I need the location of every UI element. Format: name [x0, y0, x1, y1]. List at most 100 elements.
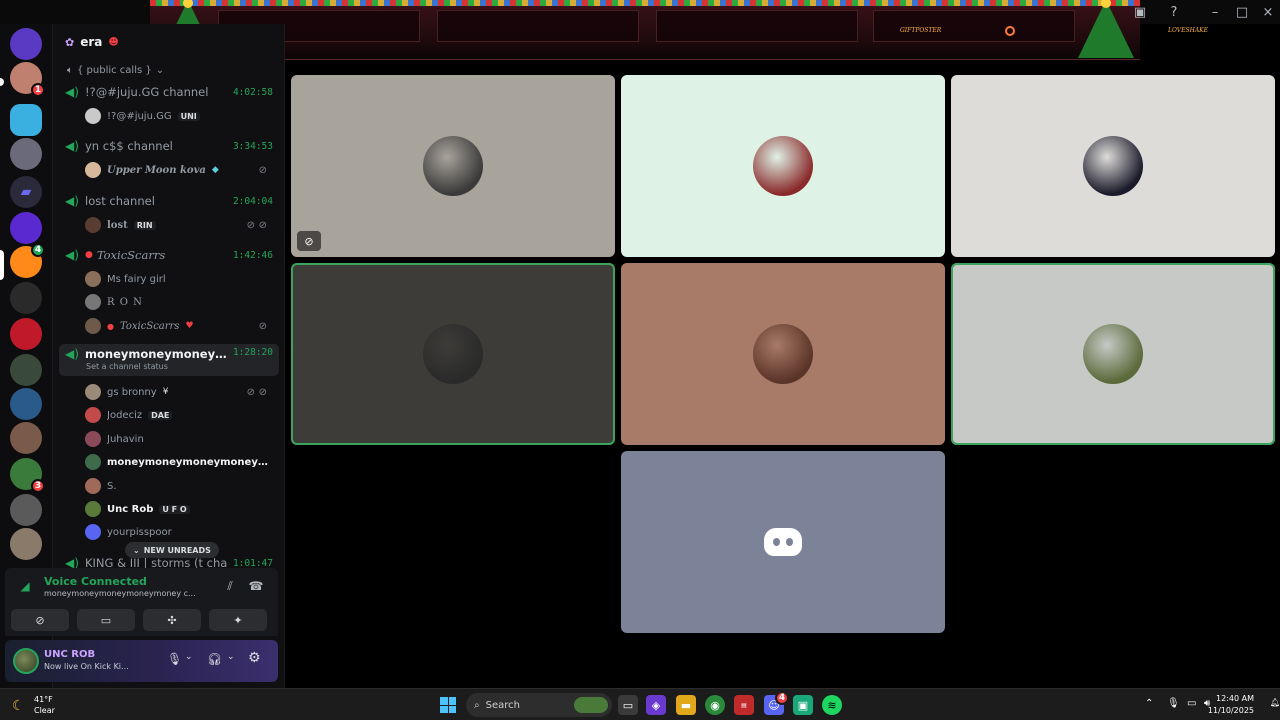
home-server-icon[interactable] — [10, 28, 42, 60]
headphones-icon[interactable]: 🎧︎ — [207, 652, 222, 666]
category-public-calls[interactable]: 🔈︎ { public calls } ⌄ — [67, 65, 164, 76]
participant-tile[interactable] — [291, 263, 615, 445]
chevron-down-icon[interactable]: ⌄ — [227, 652, 235, 662]
avatar — [85, 108, 101, 124]
voice-channel-icon: ◀) — [65, 85, 79, 99]
file-explorer-icon[interactable]: ▬ — [676, 695, 696, 715]
voice-member[interactable]: Jodeciz DAE — [85, 405, 275, 425]
voice-member[interactable]: Unc Rob U F O — [85, 499, 275, 519]
server-name: era — [80, 35, 103, 49]
unread-pill — [0, 78, 4, 86]
taskbar-search[interactable]: ⌕ Search — [466, 693, 612, 717]
channel-status[interactable]: Set a channel status — [86, 362, 168, 371]
moon-icon[interactable]: ☾ — [12, 698, 25, 714]
participant-tile[interactable] — [951, 263, 1275, 445]
server-icon-11[interactable] — [10, 388, 42, 420]
disconnect-icon[interactable]: ☎ — [247, 578, 265, 594]
voice-channel-link[interactable]: moneymoneymoneymoneymoney c... — [44, 589, 212, 598]
voice-member[interactable]: R O N — [85, 292, 275, 312]
folder-icon[interactable]: ▰ — [10, 176, 42, 208]
voice-member[interactable]: moneymoneymoneymoneymoney... — [85, 452, 275, 472]
participant-tile[interactable] — [951, 75, 1275, 257]
avatar[interactable] — [13, 648, 39, 674]
voice-member[interactable]: ● ToxicScarrs ♥ ⊘ — [85, 316, 275, 336]
microphone-icon[interactable]: 🎙︎ — [167, 652, 182, 666]
activities-button[interactable]: ✣ — [143, 609, 201, 631]
participant-tile[interactable] — [621, 451, 945, 633]
video-off-icon[interactable]: ⊘ — [297, 231, 321, 251]
server-icon-8[interactable] — [10, 282, 42, 314]
soundboard-button[interactable]: ✦ — [209, 609, 267, 631]
server-icon-9[interactable] — [10, 318, 42, 350]
spotify-icon[interactable]: ≋ — [822, 695, 842, 715]
task-view-icon[interactable]: ▭ — [618, 695, 638, 715]
participant-tile[interactable] — [621, 75, 945, 257]
participant-tile[interactable] — [621, 263, 945, 445]
voice-channel[interactable]: ◀) !?@#juju.GG channel 4:02:58 — [59, 81, 279, 103]
copilot-icon[interactable]: ◈ — [646, 695, 666, 715]
voice-channel[interactable]: ◀) lost channel 2:04:04 — [59, 190, 279, 212]
voice-member[interactable]: Ms fairy girl — [85, 269, 275, 289]
avatar — [85, 318, 101, 334]
camera-off-button[interactable]: ⊘ — [11, 609, 69, 631]
voice-member[interactable]: Upper Moon kova ◆ ⊘ — [85, 160, 275, 180]
voice-member[interactable]: Juhavin — [85, 429, 275, 449]
signal-icon[interactable]: ◢ — [17, 578, 33, 594]
participant-tile[interactable]: ⊘ — [291, 75, 615, 257]
maximize-button[interactable]: □ — [1230, 2, 1254, 22]
deafened-icon: ⊘ — [258, 320, 267, 332]
new-unreads-label: NEW UNREADS — [143, 545, 211, 555]
server-icon-era[interactable]: 4 — [10, 243, 45, 278]
server-icon-14[interactable] — [10, 494, 42, 526]
noise-suppression-icon[interactable]: ⫽ — [221, 578, 239, 594]
server-icon-cloud-cafe[interactable] — [10, 104, 42, 136]
voice-channel-timer: 1:42:46 — [232, 249, 273, 261]
clock-time[interactable]: 12:40 AM — [1216, 694, 1254, 703]
user-name[interactable]: UNC ROB — [44, 649, 95, 660]
voicemeeter-icon[interactable]: ▤ — [734, 695, 754, 715]
help-icon[interactable]: ? — [1162, 2, 1186, 22]
chevron-up-icon[interactable]: ⌃ — [1145, 698, 1153, 709]
voice-member[interactable]: !?@#juju.GG UNI — [85, 106, 275, 126]
inbox-icon[interactable]: ▣ — [1128, 2, 1152, 22]
voice-channel[interactable]: ◀) yn c$$ channel 3:34:53 — [59, 135, 279, 157]
server-icon-10[interactable] — [10, 354, 42, 386]
voice-channel[interactable]: ◀) ● ToxicScarrs 1:42:46 — [59, 244, 279, 266]
voice-channel-name: ToxicScarrs — [96, 248, 166, 262]
server-icon-13[interactable]: 3 — [10, 458, 45, 493]
category-label: { public calls } — [77, 65, 152, 76]
discord-taskbar-icon[interactable]: ☺ 4 — [764, 691, 789, 715]
member-name: ToxicScarrs — [119, 320, 180, 332]
close-button[interactable]: × — [1256, 2, 1280, 22]
app-icon[interactable]: ▣ — [793, 695, 813, 715]
server-icon-6[interactable] — [10, 212, 42, 244]
server-icon-12[interactable] — [10, 422, 42, 454]
server-icon-4[interactable] — [10, 138, 42, 170]
voice-status[interactable]: Voice Connected — [44, 575, 147, 588]
minimize-button[interactable]: – — [1203, 2, 1227, 22]
voice-member[interactable]: S. — [85, 476, 275, 496]
clock-date[interactable]: 11/10/2025 — [1208, 706, 1254, 715]
new-unreads-button[interactable]: ⌄ NEW UNREADS — [125, 542, 219, 558]
start-button[interactable] — [440, 697, 456, 713]
network-icon[interactable]: ▭ — [1187, 698, 1196, 709]
notification-bell-icon[interactable]: 🔔︎ — [1270, 698, 1280, 707]
server-icon-2[interactable]: 1 — [10, 62, 45, 97]
discord-logo-icon — [764, 528, 802, 556]
voice-member[interactable]: lost RIN ⊘ ⊘ — [85, 215, 275, 235]
chrome-icon[interactable]: ◉ — [705, 695, 725, 715]
voice-channel-icon: ◀) — [65, 139, 79, 153]
screen-share-button[interactable]: ▭ — [77, 609, 135, 631]
weather-temperature[interactable]: 41°F — [34, 695, 53, 704]
server-header[interactable]: ✿ era ☻ — [53, 24, 284, 60]
deafened-icon: ⊘ — [258, 164, 267, 176]
chevron-down-icon[interactable]: ⌄ — [185, 652, 193, 662]
microphone-tray-icon[interactable]: 🎙︎ — [1167, 698, 1180, 709]
gear-icon[interactable]: ⚙ — [248, 650, 261, 666]
voice-member[interactable]: yourpisspoor — [85, 522, 275, 542]
voice-channel-active[interactable]: ◀) moneymoneymoneymon... 1:28:20 Set a c… — [59, 344, 279, 376]
server-icon-15[interactable] — [10, 528, 42, 560]
weather-description[interactable]: Clear — [34, 706, 55, 715]
voice-member[interactable]: gs bronny ¥ ⊘ ⊘ — [85, 382, 275, 402]
christmas-lights-decoration — [150, 0, 1140, 6]
